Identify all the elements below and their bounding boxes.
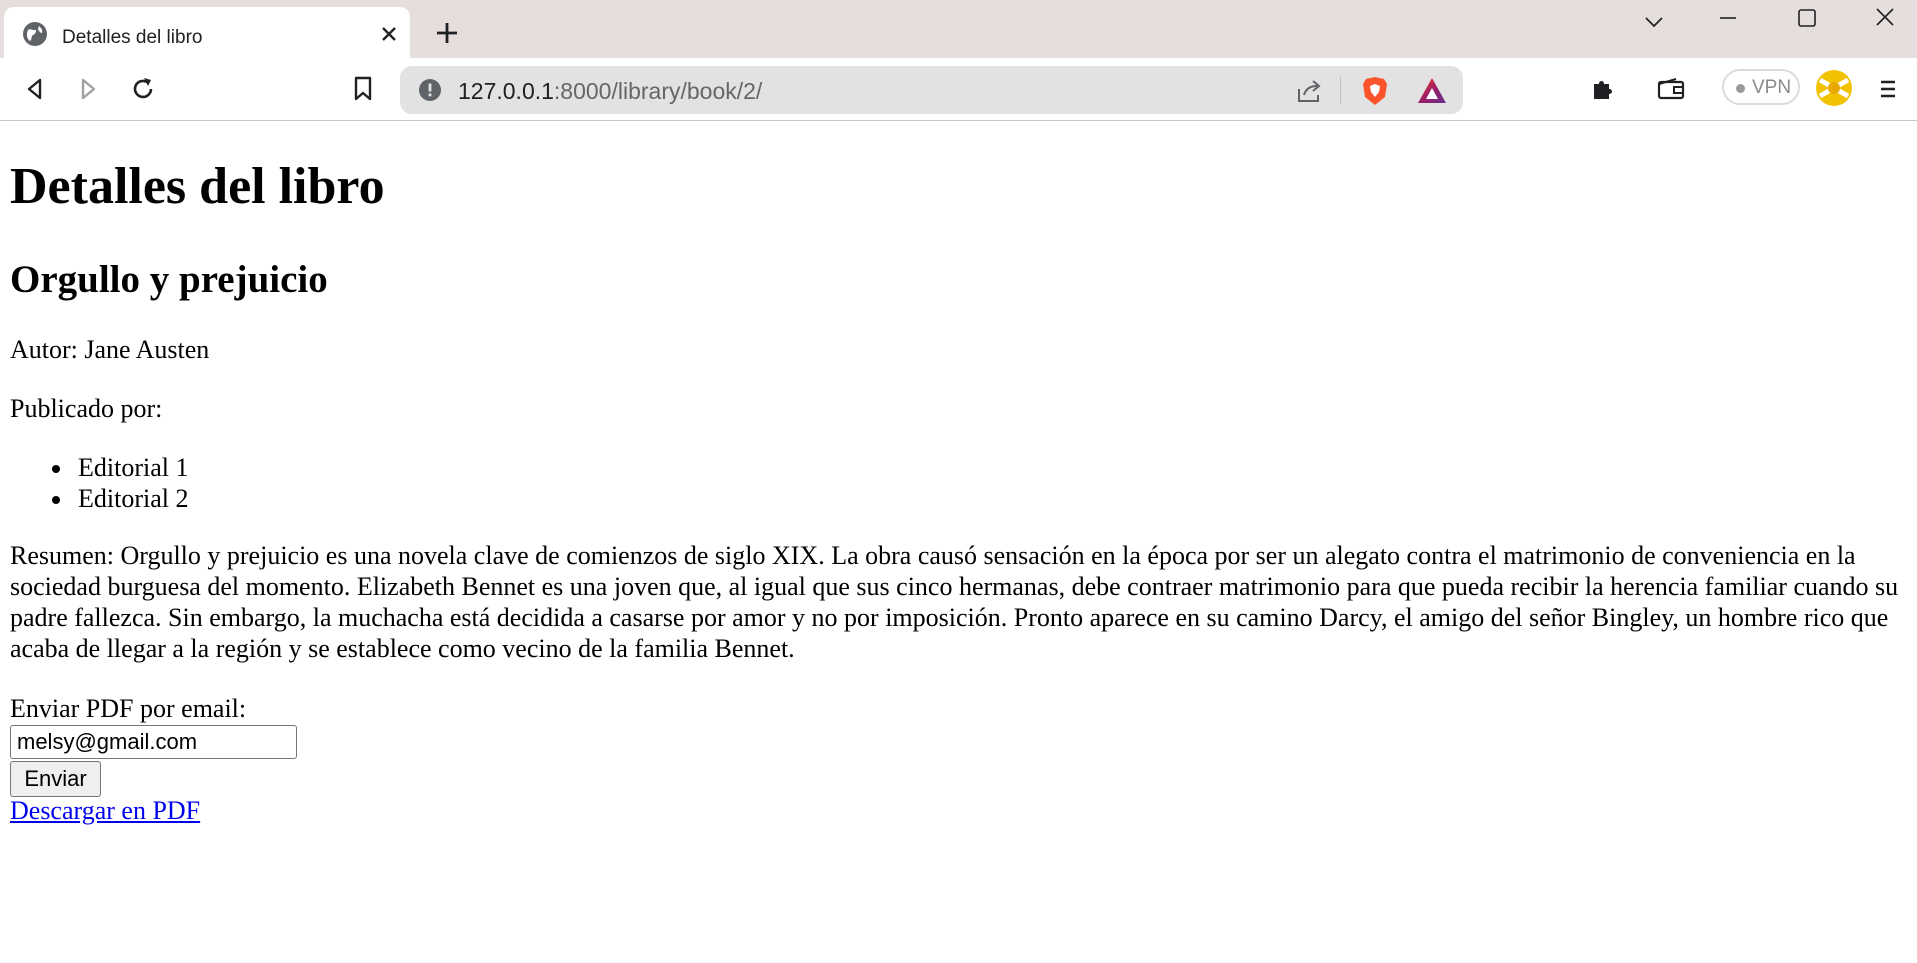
puzzle-piece-icon xyxy=(1594,81,1612,99)
globe-icon xyxy=(23,22,47,46)
url-path: :8000/library/book/2/ xyxy=(553,78,763,104)
reload-icon xyxy=(133,78,153,99)
maximize-icon[interactable] xyxy=(1785,6,1829,36)
url-host: 127.0.0.1 xyxy=(458,78,554,104)
address-bar[interactable]: 127.0.0.1:8000/library/book/2/ xyxy=(400,66,1463,114)
book-title: Orgullo y prejuicio xyxy=(10,258,328,301)
share-icon[interactable] xyxy=(1295,77,1323,105)
email-field[interactable] xyxy=(10,725,297,759)
tab-title: Detalles del libro xyxy=(62,27,203,48)
bookmark-button[interactable] xyxy=(345,71,381,107)
url-text: 127.0.0.1:8000/library/book/2/ xyxy=(458,78,762,105)
toolbar: 127.0.0.1:8000/library/book/2/ VPN xyxy=(0,58,1917,121)
main-menu-button[interactable] xyxy=(1870,71,1906,107)
browser-chrome: Detalles del libro 127.0.0.1:8000/librar… xyxy=(0,0,1917,121)
separator xyxy=(1340,76,1341,104)
site-info-icon[interactable] xyxy=(418,78,442,102)
wallet-button[interactable] xyxy=(1653,71,1689,107)
book-summary: Resumen: Orgullo y prejuicio es una nove… xyxy=(10,541,1899,663)
close-tab-icon[interactable] xyxy=(378,23,400,45)
send-button[interactable]: Enviar xyxy=(10,761,101,797)
hamburger-menu-icon xyxy=(1881,80,1895,98)
page-heading: Detalles del libro xyxy=(10,158,385,215)
profile-button[interactable] xyxy=(1815,69,1853,107)
brave-shields-icon[interactable] xyxy=(1360,75,1390,107)
forward-button[interactable] xyxy=(70,71,106,107)
vpn-label: VPN xyxy=(1752,77,1792,98)
list-item: Editorial 1 xyxy=(52,452,188,483)
back-button[interactable] xyxy=(17,71,53,107)
email-label: Enviar PDF por email: xyxy=(10,694,247,723)
minimize-icon[interactable] xyxy=(1706,6,1750,36)
rewards-triangle-icon[interactable] xyxy=(1416,76,1448,106)
vpn-button[interactable]: VPN xyxy=(1722,69,1800,105)
author-line: Autor: Jane Austen xyxy=(10,335,210,364)
download-pdf-link[interactable]: Descargar en PDF xyxy=(10,796,200,826)
bookmark-icon xyxy=(354,76,372,101)
back-arrow-icon xyxy=(27,78,42,100)
reload-button[interactable] xyxy=(125,71,161,107)
publishers-label: Publicado por: xyxy=(10,394,163,423)
vpn-status-dot xyxy=(1736,84,1745,93)
list-item: Editorial 2 xyxy=(52,483,188,514)
extensions-button[interactable] xyxy=(1585,71,1621,107)
close-window-icon[interactable] xyxy=(1863,6,1907,36)
publishers-list: Editorial 1 Editorial 2 xyxy=(52,452,188,514)
tab-search-icon[interactable] xyxy=(1632,6,1676,36)
wallet-icon xyxy=(1657,77,1685,100)
new-tab-icon[interactable] xyxy=(432,18,462,48)
tab-strip: Detalles del libro xyxy=(0,0,1917,58)
avatar xyxy=(1816,70,1852,106)
forward-arrow-icon xyxy=(81,78,96,100)
active-tab[interactable]: Detalles del libro xyxy=(4,7,410,58)
